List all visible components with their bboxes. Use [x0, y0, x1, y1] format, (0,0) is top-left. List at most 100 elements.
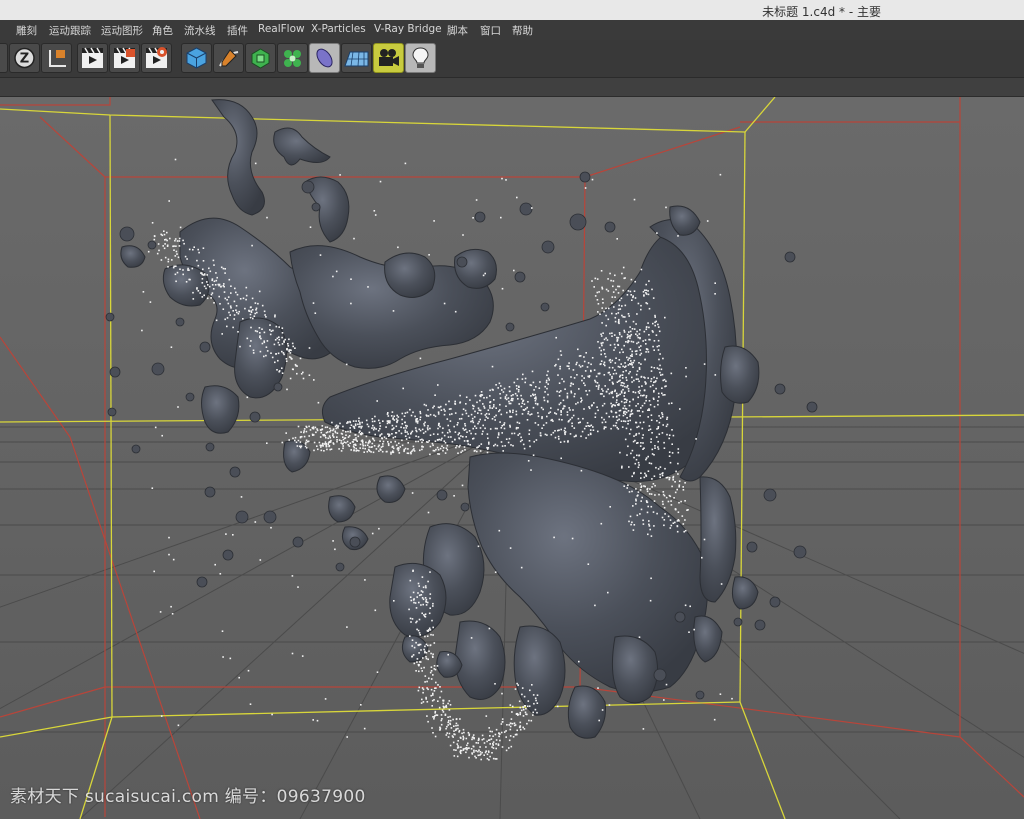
render-to-picture-viewer-icon[interactable] — [109, 43, 140, 73]
particle — [264, 314, 266, 316]
particle — [522, 715, 525, 717]
particle — [636, 410, 639, 412]
particle — [624, 391, 626, 394]
particle — [479, 450, 482, 452]
menu-item-mograph[interactable]: 运动图形 — [101, 23, 143, 38]
viewport-canvas[interactable] — [0, 97, 1024, 819]
particle — [206, 274, 208, 276]
particle — [153, 570, 155, 573]
particle — [642, 434, 644, 436]
cube-icon[interactable] — [181, 43, 212, 73]
particle — [328, 445, 331, 447]
particle — [625, 376, 627, 379]
particle — [544, 391, 546, 393]
particle — [420, 594, 423, 596]
particle — [223, 283, 225, 285]
menu-item-sculpt[interactable]: 雕刻 — [16, 23, 37, 38]
particle — [505, 736, 507, 738]
particle — [659, 353, 661, 355]
menu-item-x-particles[interactable]: X-Particles — [311, 23, 366, 35]
particle — [415, 607, 418, 609]
particle — [572, 383, 574, 385]
particle — [166, 239, 168, 242]
particle — [666, 423, 669, 426]
particle — [270, 352, 272, 354]
menu-item-window[interactable]: 窗口 — [480, 23, 501, 38]
3d-viewport[interactable]: 素材天下 sucaisucai.com 编号：09637900 — [0, 97, 1024, 819]
particle — [558, 438, 560, 440]
particle — [265, 354, 267, 357]
particle — [305, 439, 308, 442]
particle — [358, 449, 360, 452]
particle — [335, 270, 338, 273]
particle — [601, 286, 603, 289]
particle — [334, 548, 336, 551]
particle — [425, 586, 427, 589]
menu-item-plugins[interactable]: 插件 — [227, 23, 248, 38]
partial-tool-icon[interactable] — [0, 43, 8, 73]
z-axis-icon[interactable]: Z — [9, 43, 40, 73]
particle — [535, 699, 537, 702]
menu-item-help[interactable]: 帮助 — [512, 23, 533, 38]
particle — [454, 733, 456, 736]
particle — [239, 298, 242, 300]
particle — [557, 408, 559, 411]
particle — [572, 369, 575, 371]
particle — [177, 406, 179, 408]
particle — [342, 447, 344, 450]
particle — [250, 326, 252, 329]
particle — [632, 391, 635, 393]
particle — [373, 210, 376, 212]
menu-item-vray-bridge[interactable]: V-Ray Bridge — [374, 23, 442, 35]
particle — [427, 658, 429, 661]
menu-item-pipeline[interactable]: 流水线 — [184, 23, 216, 38]
render-settings-icon[interactable] — [141, 43, 172, 73]
pen-icon[interactable] — [213, 43, 244, 73]
particle — [630, 340, 633, 343]
menu-item-motion-tracking[interactable]: 运动跟踪 — [49, 23, 91, 38]
particle — [290, 349, 292, 352]
particle — [466, 744, 468, 747]
menu-item-script[interactable]: 脚本 — [447, 23, 468, 38]
particle — [327, 443, 330, 446]
menu-item-character[interactable]: 角色 — [152, 23, 173, 38]
particle — [334, 425, 337, 428]
camera-icon[interactable] — [373, 43, 404, 73]
subdivision-icon[interactable] — [245, 43, 276, 73]
menu-item-realflow[interactable]: RealFlow — [258, 23, 305, 35]
particle — [149, 301, 152, 303]
particle — [393, 600, 395, 602]
particle — [163, 247, 166, 250]
particle — [287, 345, 290, 347]
particle — [334, 431, 337, 434]
particle — [424, 597, 427, 599]
deformer-icon[interactable] — [309, 43, 340, 73]
floor-icon[interactable] — [341, 43, 372, 73]
particle — [433, 405, 435, 407]
particle — [287, 343, 289, 345]
particle — [494, 427, 497, 430]
particle — [640, 345, 642, 347]
particle — [665, 476, 668, 479]
particle — [248, 310, 251, 312]
particle — [619, 299, 621, 302]
particle — [664, 394, 666, 396]
particle — [312, 427, 314, 430]
particle — [511, 722, 514, 725]
particle — [498, 382, 501, 385]
particle — [454, 438, 456, 441]
particle — [192, 291, 194, 294]
light-icon[interactable] — [405, 43, 436, 73]
particle — [633, 328, 636, 330]
particle — [563, 440, 566, 443]
particle — [480, 391, 483, 393]
particle — [639, 421, 642, 424]
particle — [509, 735, 512, 737]
particle — [635, 488, 637, 490]
cloner-icon[interactable] — [277, 43, 308, 73]
coordinate-axes-icon[interactable] — [41, 43, 72, 73]
render-view-icon[interactable] — [77, 43, 108, 73]
particle — [479, 409, 482, 412]
particle — [603, 361, 606, 364]
particle — [640, 486, 642, 488]
